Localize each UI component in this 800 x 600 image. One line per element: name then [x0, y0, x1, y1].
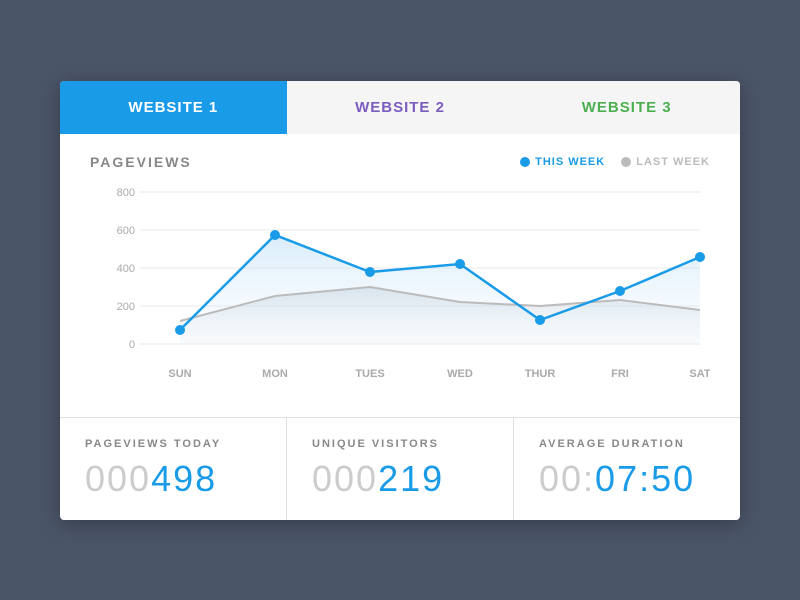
tab-website1[interactable]: WEBSITE 1: [60, 81, 287, 134]
dot-tues: [365, 267, 375, 277]
legend-this-week: THIS WEEK: [520, 156, 605, 168]
stat-pageviews-main: 498: [151, 458, 217, 499]
stat-pageviews: PAGEVIEWS TODAY 000498: [60, 418, 287, 520]
tab-website2-label: WEBSITE 2: [355, 99, 445, 116]
stat-pageviews-zeros: 000: [85, 458, 151, 499]
stat-visitors-zeros: 000: [312, 458, 378, 499]
legend-dot-this-week: [520, 157, 530, 167]
svg-text:600: 600: [117, 225, 135, 237]
tab-website2[interactable]: WEBSITE 2: [287, 81, 514, 134]
stat-pageviews-value: 000498: [85, 458, 261, 500]
chart-title: PAGEVIEWS: [90, 154, 192, 170]
chart-section: PAGEVIEWS THIS WEEK LAST WEEK: [60, 134, 740, 412]
legend-label-last-week: LAST WEEK: [636, 156, 710, 168]
chart-header: PAGEVIEWS THIS WEEK LAST WEEK: [90, 154, 710, 170]
stat-duration-value: 00:07:50: [539, 458, 715, 500]
stat-visitors-label: UNIQUE VISITORS: [312, 438, 488, 450]
chart-svg: 800 600 400 200 0: [90, 182, 710, 402]
stat-visitors-value: 000219: [312, 458, 488, 500]
svg-text:FRI: FRI: [611, 368, 629, 380]
svg-text:SAT: SAT: [689, 368, 710, 380]
stat-duration-main: 07:50: [595, 458, 695, 499]
tab-website1-label: WEBSITE 1: [128, 99, 218, 116]
svg-text:WED: WED: [447, 368, 473, 380]
svg-text:400: 400: [117, 263, 135, 275]
svg-text:TUES: TUES: [355, 368, 384, 380]
svg-text:SUN: SUN: [168, 368, 191, 380]
legend-dot-last-week: [621, 157, 631, 167]
svg-text:0: 0: [129, 339, 135, 351]
stat-duration: AVERAGE DURATION 00:07:50: [514, 418, 740, 520]
svg-text:THUR: THUR: [525, 368, 556, 380]
tab-website3[interactable]: WEBSITE 3: [513, 81, 740, 134]
dot-wed: [455, 259, 465, 269]
dot-sun: [175, 325, 185, 335]
chart-legend: THIS WEEK LAST WEEK: [520, 156, 710, 168]
stats-row: PAGEVIEWS TODAY 000498 UNIQUE VISITORS 0…: [60, 417, 740, 520]
stat-duration-label: AVERAGE DURATION: [539, 438, 715, 450]
svg-text:800: 800: [117, 187, 135, 199]
dot-fri: [615, 286, 625, 296]
stat-visitors-main: 219: [378, 458, 444, 499]
svg-text:MON: MON: [262, 368, 288, 380]
chart-container: 800 600 400 200 0: [90, 182, 710, 402]
dot-mon: [270, 230, 280, 240]
legend-label-this-week: THIS WEEK: [535, 156, 605, 168]
dashboard-card: WEBSITE 1 WEBSITE 2 WEBSITE 3 PAGEVIEWS …: [60, 81, 740, 520]
stat-visitors: UNIQUE VISITORS 000219: [287, 418, 514, 520]
dot-thur: [535, 315, 545, 325]
tab-website3-label: WEBSITE 3: [582, 99, 672, 116]
stat-duration-zeros: 00:: [539, 458, 595, 499]
svg-text:200: 200: [117, 301, 135, 313]
legend-last-week: LAST WEEK: [621, 156, 710, 168]
stat-pageviews-label: PAGEVIEWS TODAY: [85, 438, 261, 450]
dot-sat: [695, 252, 705, 262]
website-tabs: WEBSITE 1 WEBSITE 2 WEBSITE 3: [60, 81, 740, 134]
